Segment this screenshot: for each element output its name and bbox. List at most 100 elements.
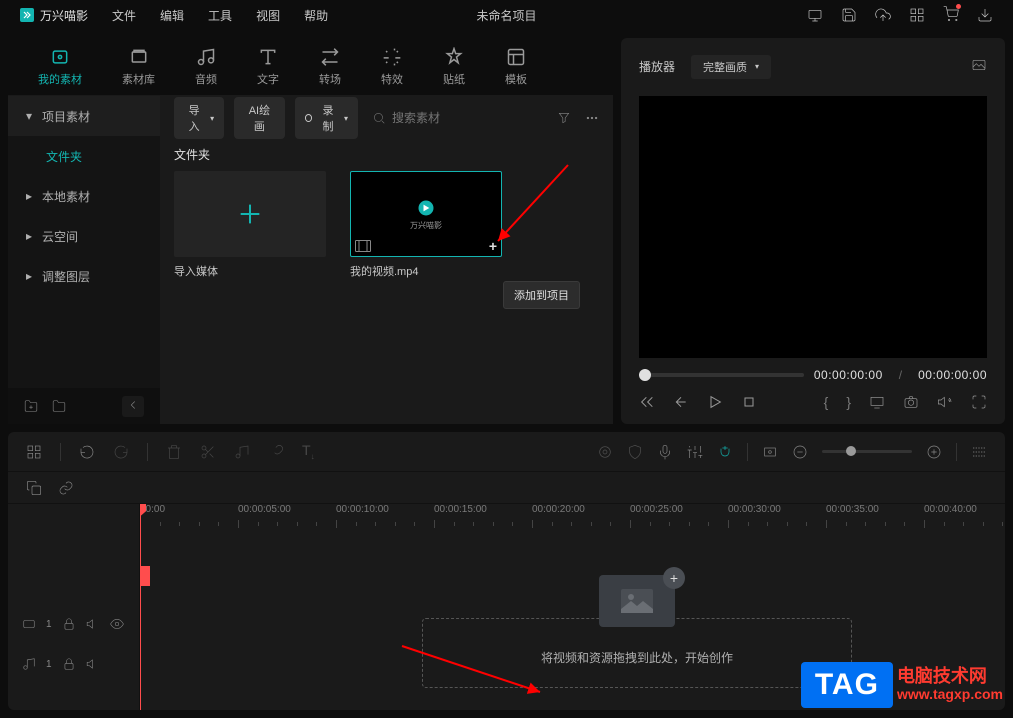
app-name: 万兴喵影 <box>40 7 88 24</box>
magnet-icon[interactable] <box>717 444 733 460</box>
video-track-label[interactable]: 1 <box>8 604 139 644</box>
eye-icon[interactable] <box>110 617 124 631</box>
quality-select[interactable]: 完整画质▾ <box>691 55 771 79</box>
link-icon[interactable] <box>268 444 284 460</box>
add-clip-plus-icon[interactable]: + <box>489 238 497 254</box>
scrub-track[interactable] <box>639 373 804 377</box>
sidebar-item-cloud[interactable]: ▸云空间 <box>8 216 160 256</box>
chain-icon[interactable] <box>58 480 74 496</box>
menu-edit[interactable]: 编辑 <box>160 7 184 24</box>
fullscreen-icon[interactable] <box>971 394 987 410</box>
drop-zone[interactable]: + 将视频和资源拖拽到此处，开始创作 <box>422 618 852 688</box>
timeline-ruler[interactable]: 00:0000:00:05:0000:00:10:0000:00:15:0000… <box>140 504 1005 532</box>
scrub-handle[interactable] <box>639 369 651 381</box>
tab-audio[interactable]: 音频 <box>195 47 217 87</box>
browser-toolbar: 导入▾ AI绘画 录制▾ <box>160 96 613 140</box>
mixer-icon[interactable] <box>687 444 703 460</box>
audio-track-label[interactable]: 1 <box>8 644 139 684</box>
mark-in-icon[interactable]: { <box>824 394 829 410</box>
record-button[interactable]: 录制▾ <box>295 97 358 139</box>
media-item-video[interactable]: 万兴喵影 + 我的视频.mp4 添加到项目 <box>350 171 502 279</box>
clip-aspect-icon <box>355 240 371 252</box>
monitor-icon[interactable] <box>807 7 823 23</box>
import-media-tile[interactable]: 导入媒体 <box>174 171 326 279</box>
prev-frame-icon[interactable] <box>639 394 655 410</box>
cart-icon[interactable] <box>943 6 959 25</box>
mark-out-icon[interactable]: } <box>846 394 851 410</box>
preview-title: 播放器 <box>639 58 675 75</box>
menu-tools[interactable]: 工具 <box>208 7 232 24</box>
mute-icon[interactable] <box>86 617 100 631</box>
cut-icon[interactable] <box>200 444 216 460</box>
sidebar-item-adjust-layer[interactable]: ▸调整图层 <box>8 256 160 296</box>
playhead[interactable] <box>140 504 141 710</box>
media-browser: 导入▾ AI绘画 录制▾ 文件夹 导入媒体 <box>160 96 613 424</box>
delete-icon[interactable] <box>166 444 182 460</box>
tab-transition[interactable]: 转场 <box>319 47 341 87</box>
menu-bar: 万兴喵影 文件 编辑 工具 视图 帮助 未命名项目 <box>0 0 1013 30</box>
target-icon[interactable] <box>597 444 613 460</box>
watermark: TAG 电脑技术网 www.tagxp.com <box>801 662 1003 708</box>
grid-icon[interactable] <box>909 7 925 23</box>
snapshot-icon[interactable] <box>971 57 987 73</box>
filter-icon[interactable] <box>557 111 571 125</box>
tab-effects[interactable]: 特效 <box>381 47 403 87</box>
shield-icon[interactable] <box>627 444 643 460</box>
search-input[interactable] <box>392 111 547 125</box>
tab-stickers[interactable]: 贴纸 <box>443 47 465 87</box>
folder-icon[interactable] <box>52 399 66 413</box>
play-back-icon[interactable] <box>673 394 689 410</box>
tab-my-media[interactable]: 我的素材 <box>38 47 82 87</box>
annotation-arrow-1 <box>490 163 570 253</box>
left-panel: 我的素材 素材库 音频 文字 转场 特效 <box>8 38 613 424</box>
copy-icon[interactable] <box>26 480 42 496</box>
ai-draw-button[interactable]: AI绘画 <box>234 97 285 139</box>
sidebar-item-project-media[interactable]: ▾项目素材 <box>8 96 160 136</box>
redo-icon[interactable] <box>113 444 129 460</box>
preview-viewport[interactable] <box>639 96 987 358</box>
app-logo-icon <box>20 8 34 22</box>
undo-icon[interactable] <box>79 444 95 460</box>
stop-icon[interactable] <box>741 394 757 410</box>
audio-sync-icon[interactable] <box>234 444 250 460</box>
volume-icon[interactable] <box>937 394 953 410</box>
more-icon[interactable] <box>585 111 599 125</box>
project-title: 未命名项目 <box>476 7 536 24</box>
zoom-slider[interactable] <box>822 450 912 453</box>
import-button[interactable]: 导入▾ <box>174 97 224 139</box>
fit-icon[interactable] <box>762 444 778 460</box>
camera-icon[interactable] <box>903 394 919 410</box>
tab-media-lib[interactable]: 素材库 <box>122 47 155 87</box>
audio-track-icon <box>22 657 36 671</box>
menu-help[interactable]: 帮助 <box>304 7 328 24</box>
menu-view[interactable]: 视图 <box>256 7 280 24</box>
track-height-icon[interactable] <box>971 444 987 460</box>
collapse-sidebar-icon[interactable] <box>122 396 144 417</box>
sidebar-item-local-media[interactable]: ▸本地素材 <box>8 176 160 216</box>
lock-icon[interactable] <box>62 657 76 671</box>
tool-tabs: 我的素材 素材库 音频 文字 转场 特效 <box>8 38 613 96</box>
time-total: 00:00:00:00 <box>918 368 987 382</box>
display-mode-icon[interactable] <box>869 394 885 410</box>
export-icon[interactable] <box>977 7 993 23</box>
search-icon <box>372 111 386 125</box>
app-logo: 万兴喵影 <box>20 7 88 24</box>
play-icon[interactable] <box>707 394 723 410</box>
text-tool-icon[interactable]: T↓ <box>302 442 315 461</box>
lock-icon[interactable] <box>62 617 76 631</box>
zoom-in-icon[interactable] <box>926 444 942 460</box>
drop-plus-icon: + <box>663 567 685 589</box>
zoom-out-icon[interactable] <box>792 444 808 460</box>
section-label: 文件夹 <box>160 140 613 171</box>
menu-file[interactable]: 文件 <box>112 7 136 24</box>
tab-templates[interactable]: 模板 <box>505 47 527 87</box>
cloud-upload-icon[interactable] <box>875 7 891 23</box>
grid-toggle-icon[interactable] <box>26 444 42 460</box>
sidebar-item-folder[interactable]: 文件夹 <box>8 136 160 176</box>
new-folder-icon[interactable] <box>24 399 38 413</box>
save-icon[interactable] <box>841 7 857 23</box>
mute-icon[interactable] <box>86 657 100 671</box>
mic-icon[interactable] <box>657 444 673 460</box>
tab-text[interactable]: 文字 <box>257 47 279 87</box>
track-labels: 1 1 <box>8 504 140 710</box>
